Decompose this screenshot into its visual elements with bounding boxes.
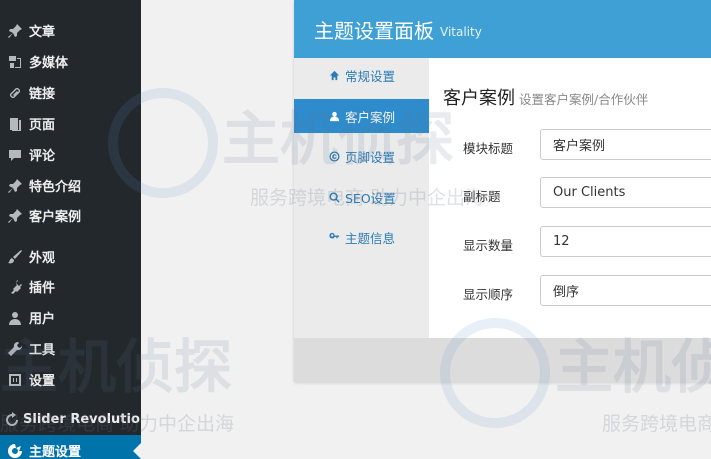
settings-content: 客户案例设置客户案例/合作伙伴 模块标题 副标题 显示数量 显示顺序 [429, 58, 711, 338]
refresh-icon [0, 411, 20, 428]
settings-tabs: 常规设置 客户案例 页脚设置 SEO设置 主题信息 [294, 58, 429, 338]
home-icon [328, 69, 340, 81]
page-icon [0, 116, 26, 132]
module-title-label: 模块标题 [463, 141, 514, 156]
section-title: 客户案例 [443, 88, 515, 109]
sidebar-item-label: 链接 [29, 87, 56, 102]
sidebar-item-label: 用户 [29, 312, 56, 327]
media-icon [0, 54, 26, 70]
admin-sidebar: 文章 多媒体 链接 页面 评论 特色介绍 客户案例 外观 插件 用户 工具 设置… [0, 0, 149, 459]
tab-label: SEO设置 [345, 190, 396, 206]
sidebar-item-slider-revolution[interactable]: Slider Revolution [0, 404, 149, 435]
section-subtitle: 设置客户案例/合作伙伴 [519, 92, 649, 107]
sidebar-item-pages[interactable]: 页面 [0, 108, 141, 139]
link-icon [0, 85, 26, 101]
sidebar-item-label: Slider Revolution [23, 412, 150, 427]
plugin-icon [0, 279, 26, 295]
panel-footer [294, 338, 711, 382]
sidebar-item-posts[interactable]: 文章 [0, 15, 141, 46]
sidebar-item-label: 多媒体 [29, 56, 69, 71]
tab-clients[interactable]: 客户案例 [294, 99, 429, 133]
settings-icon [0, 372, 26, 388]
tab-seo[interactable]: SEO设置 [294, 180, 429, 214]
brush-icon [0, 249, 26, 265]
sidebar-item-theme-settings[interactable]: 主题设置 [0, 435, 141, 459]
module-title-input[interactable] [540, 129, 711, 160]
sidebar-item-label: 主题设置 [29, 445, 82, 459]
theme-icon [0, 443, 26, 459]
watermark-slogan: 服务跨境电商 助力中企出海 [602, 413, 711, 435]
sidebar-item-label: 客户案例 [29, 210, 82, 225]
sidebar-item-label: 评论 [29, 149, 56, 164]
active-arrow-indicator [133, 443, 141, 459]
panel-header: 主题设置面板 Vitality [294, 0, 711, 58]
sidebar-item-links[interactable]: 链接 [0, 77, 141, 108]
panel-subtitle: Vitality [440, 24, 482, 39]
theme-settings-panel: 主题设置面板 Vitality 常规设置 客户案例 页脚设置 SEO设置 主题信… [294, 0, 711, 382]
subtitle-input[interactable] [540, 177, 711, 208]
display-count-label: 显示数量 [463, 238, 514, 253]
user-icon [328, 110, 340, 122]
comment-icon [0, 147, 26, 163]
sidebar-item-tools[interactable]: 工具 [0, 333, 141, 364]
section-heading: 客户案例 设置客户案例/合作伙伴 [443, 84, 648, 110]
wrench-icon [0, 341, 26, 357]
search-icon [328, 191, 340, 203]
sidebar-item-label: 插件 [29, 281, 56, 296]
sidebar-item-media[interactable]: 多媒体 [0, 46, 141, 77]
tab-label: 常规设置 [345, 68, 396, 84]
sidebar-item-label: 特色介绍 [29, 180, 82, 195]
tab-label: 页脚设置 [345, 149, 396, 165]
subtitle-label: 副标题 [463, 189, 501, 204]
sidebar-item-users[interactable]: 用户 [0, 302, 141, 333]
tab-footer[interactable]: 页脚设置 [294, 139, 429, 173]
pin-icon [0, 23, 26, 39]
sidebar-item-appearance[interactable]: 外观 [0, 241, 141, 272]
key-icon [328, 231, 340, 243]
sidebar-item-plugins[interactable]: 插件 [0, 271, 141, 302]
display-order-select[interactable] [540, 275, 711, 306]
sidebar-item-clients[interactable]: 客户案例 [0, 200, 141, 231]
display-order-label: 显示顺序 [463, 287, 514, 302]
sidebar-item-settings[interactable]: 设置 [0, 364, 141, 395]
sidebar-item-label: 文章 [29, 25, 56, 40]
pin-icon [0, 208, 26, 224]
sidebar-item-label: 设置 [29, 374, 56, 389]
sidebar-item-label: 页面 [29, 118, 56, 133]
display-count-input[interactable] [540, 226, 711, 257]
tab-label: 主题信息 [345, 230, 396, 246]
panel-title: 主题设置面板 [314, 18, 434, 43]
sidebar-item-comments[interactable]: 评论 [0, 139, 141, 170]
sidebar-item-label: 工具 [29, 343, 56, 358]
tab-theme-info[interactable]: 主题信息 [294, 220, 429, 254]
user-icon [0, 310, 26, 326]
pin-icon [0, 178, 26, 194]
sidebar-item-features[interactable]: 特色介绍 [0, 170, 141, 201]
tab-label: 客户案例 [345, 109, 396, 125]
sidebar-item-label: 外观 [29, 251, 56, 266]
copyright-icon [328, 150, 340, 162]
tab-general[interactable]: 常规设置 [294, 58, 429, 92]
